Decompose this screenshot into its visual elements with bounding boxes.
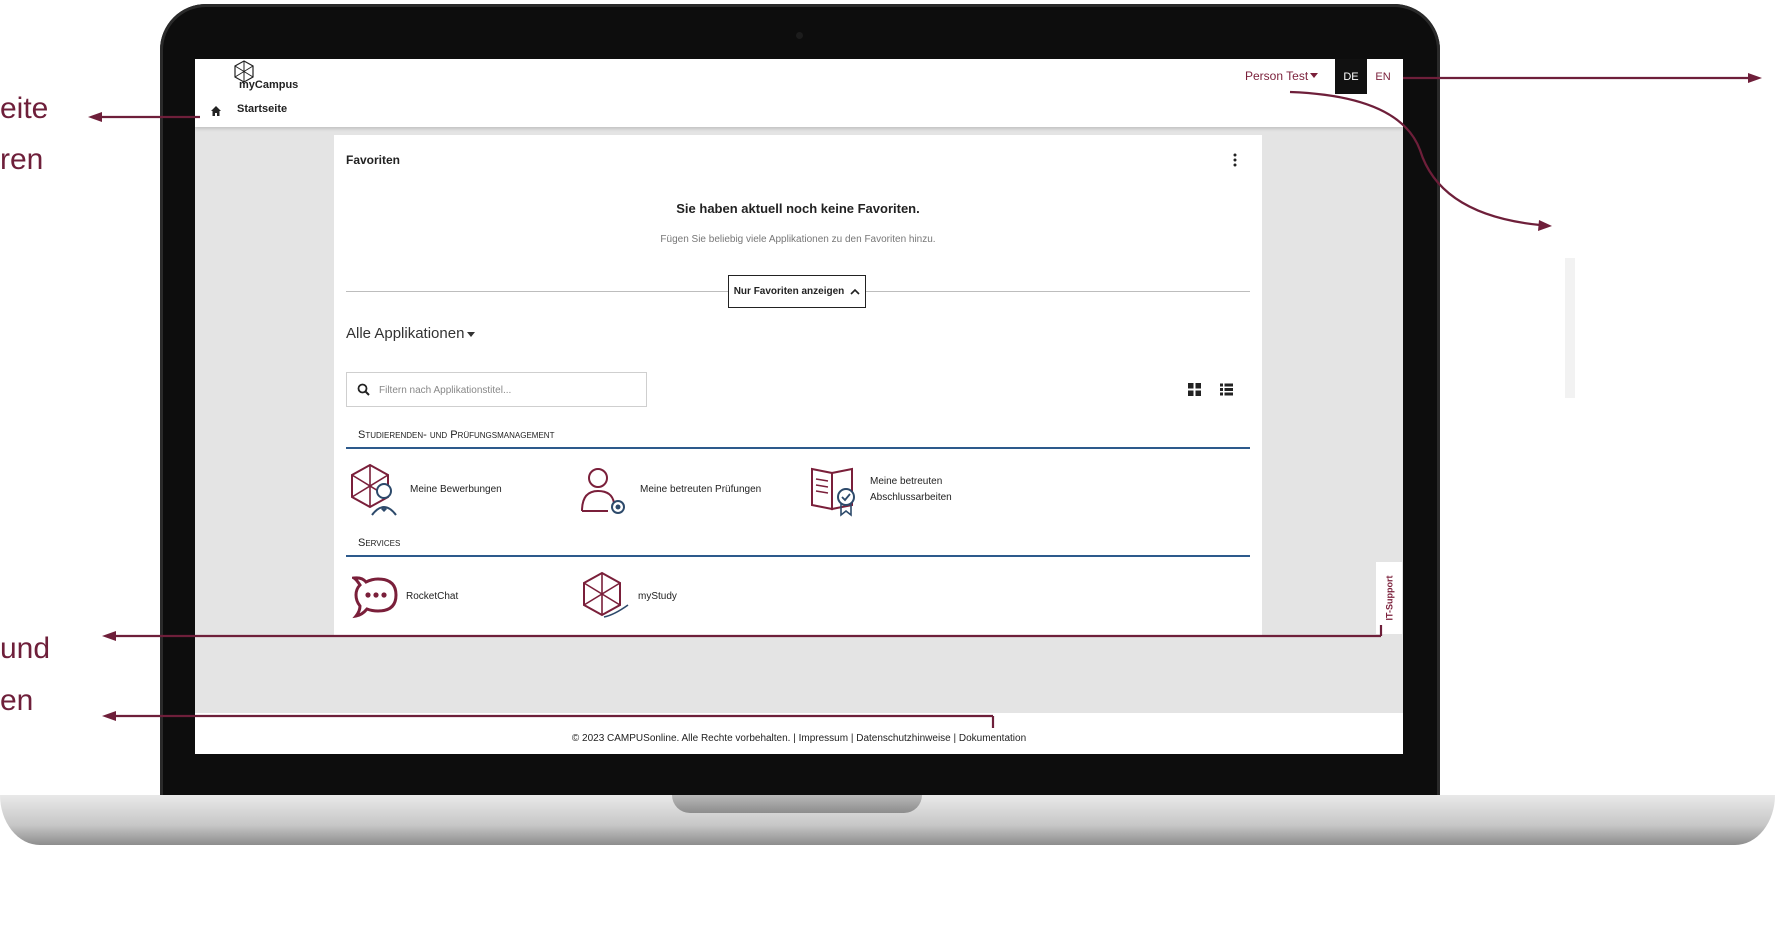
annotation-arrows <box>88 73 1762 728</box>
partial-screenshot <box>1565 258 1575 398</box>
